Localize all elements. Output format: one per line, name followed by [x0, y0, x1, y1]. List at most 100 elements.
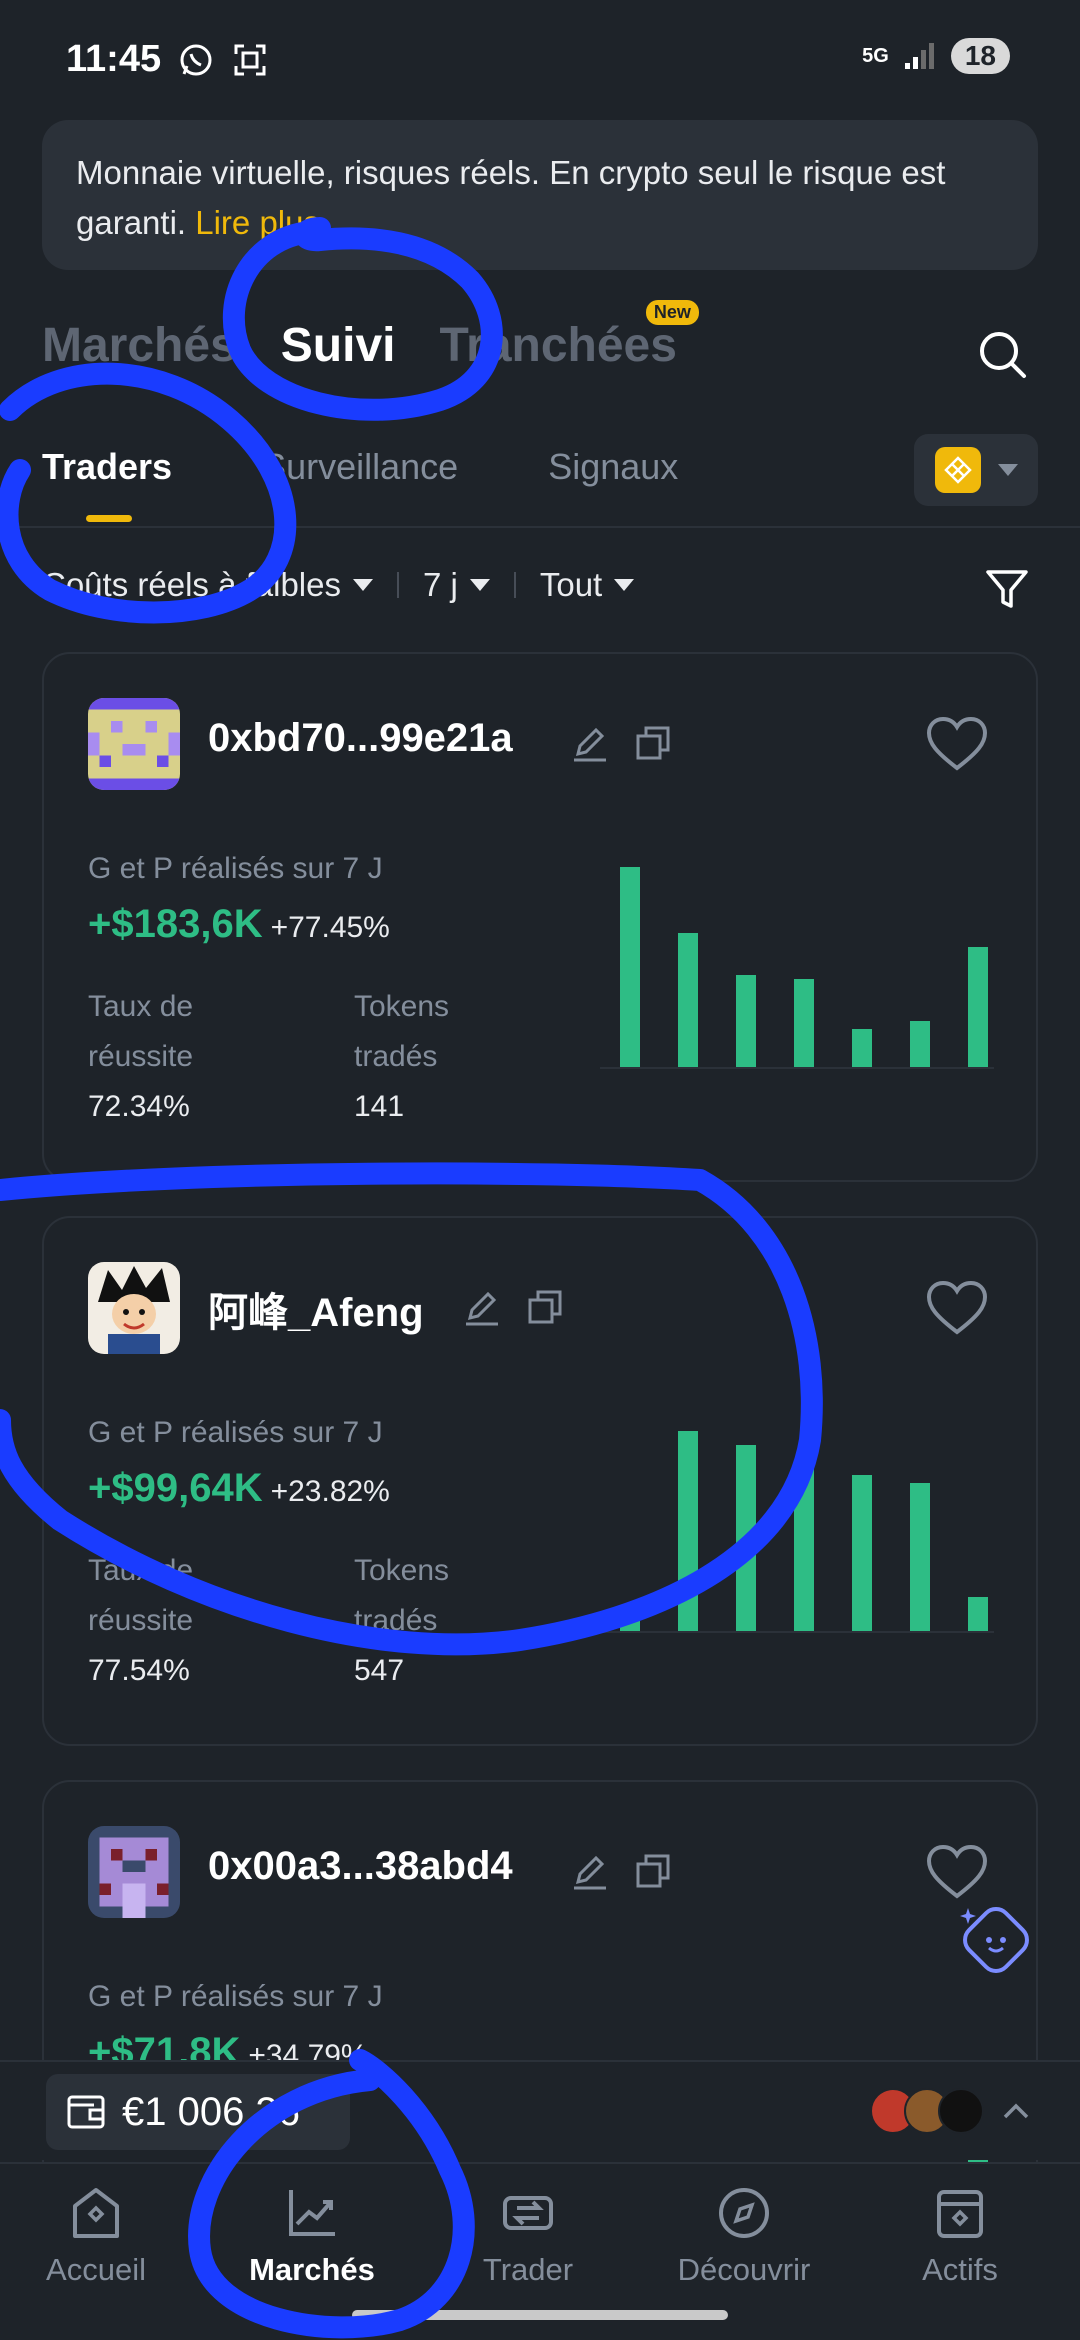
win-rate-value: 72.34% — [88, 1090, 190, 1123]
chevron-up-icon[interactable] — [1002, 2102, 1030, 2120]
period-filter[interactable]: 7 j — [423, 566, 490, 604]
status-notification-icons — [178, 42, 268, 78]
trader-name: 阿峰_Afeng — [208, 1291, 424, 1335]
nav-actifs[interactable]: Actifs — [852, 2184, 1068, 2288]
nav-marches[interactable]: Marchés — [204, 2184, 420, 2288]
tokens-value: 141 — [354, 1090, 405, 1123]
avatar — [88, 1826, 180, 1918]
pnl-bar — [736, 1445, 756, 1631]
tab-tranchees-label: Tranchées — [439, 319, 677, 372]
tokens-stat: Tokens tradés 547 — [354, 1546, 449, 1696]
home-indicator — [352, 2310, 728, 2320]
win-rate-label: réussite — [88, 1040, 194, 1073]
home-icon — [73, 2188, 119, 2238]
nav-decouvrir[interactable]: Découvrir — [636, 2184, 852, 2288]
scope-filter-label: Tout — [539, 566, 603, 603]
nav-label: Actifs — [922, 2252, 998, 2287]
wallet-balance-value: €1 006,36 — [122, 2089, 300, 2134]
tab-suivi[interactable]: Suivi — [281, 318, 396, 373]
chain-selector[interactable] — [914, 434, 1038, 506]
nav-accueil[interactable]: Accueil — [0, 2184, 204, 2288]
avatar — [88, 1262, 180, 1354]
nav-label: Marchés — [249, 2252, 375, 2287]
read-more-link[interactable]: Lire plus — [195, 204, 320, 241]
pnl-amount: +$183,6K — [88, 902, 263, 946]
pnl-bar — [620, 867, 640, 1067]
pnl-label: G et P réalisés sur 7 J — [88, 1980, 383, 2013]
pnl-bar-chart — [600, 1431, 994, 1633]
edit-icon[interactable] — [462, 1288, 502, 1328]
tab-traders[interactable]: Traders — [42, 446, 172, 522]
tab-marches[interactable]: Marchés — [42, 318, 237, 373]
sub-tabs: Traders Surveillance Signaux — [42, 446, 678, 522]
heart-icon[interactable] — [926, 1844, 988, 1900]
wallet-balance[interactable]: €1 006,36 — [46, 2074, 350, 2150]
status-time: 11:45 — [66, 38, 162, 80]
win-rate-stat: Taux de réussite 77.54% — [88, 1546, 193, 1696]
status-right: 5G 18 — [862, 38, 1010, 74]
win-rate-value: 77.54% — [88, 1654, 190, 1687]
tokens-value: 547 — [354, 1654, 405, 1687]
pnl-amount: +$99,64K — [88, 1466, 263, 1510]
bnb-chain-icon — [934, 447, 981, 493]
tokens-stat: Tokens tradés 141 — [354, 982, 449, 1132]
funnel-icon[interactable] — [984, 566, 1030, 612]
avatar — [88, 698, 180, 790]
pnl-bar — [794, 979, 814, 1067]
screenshot-icon — [234, 44, 266, 76]
wallet-bar[interactable]: €1 006,36 — [0, 2060, 1080, 2160]
pnl-bar — [910, 1483, 930, 1631]
whatsapp-icon — [180, 44, 212, 76]
search-icon[interactable] — [976, 328, 1028, 380]
chart-icon — [289, 2190, 335, 2236]
pnl-percent: +77.45% — [270, 911, 390, 944]
ai-assistant-icon[interactable] — [956, 1900, 1036, 1980]
chevron-down-icon — [614, 579, 635, 591]
chevron-down-icon — [997, 464, 1018, 476]
avatar — [938, 2088, 984, 2134]
copy-icon[interactable] — [526, 1288, 566, 1328]
pnl-bar — [852, 1475, 872, 1631]
edit-icon[interactable] — [570, 724, 610, 764]
filter-bar: Coûts réels à faibles 7 j Tout — [42, 566, 635, 604]
scope-filter[interactable]: Tout — [539, 566, 635, 604]
trader-card[interactable]: 0xbd70...99e21a G et P réalisés sur 7 J … — [42, 652, 1038, 1182]
pnl-bar — [910, 1021, 930, 1067]
copy-icon[interactable] — [634, 1852, 674, 1892]
status-bar: 11:45 5G 18 — [0, 0, 1080, 110]
battery-indicator: 18 — [950, 38, 1010, 74]
pnl-value: +$183,6K +77.45% — [88, 902, 390, 947]
nav-trader[interactable]: Trader — [420, 2184, 636, 2288]
tabs-divider — [0, 526, 1080, 528]
period-filter-label: 7 j — [422, 566, 458, 603]
pnl-bar — [678, 933, 698, 1067]
filter-divider — [513, 572, 516, 598]
nav-label: Trader — [482, 2252, 574, 2287]
tab-signaux[interactable]: Signaux — [548, 446, 678, 488]
pnl-bar — [968, 947, 988, 1067]
wallet-icon — [67, 2095, 105, 2129]
nav-label: Accueil — [46, 2252, 146, 2287]
win-rate-label: réussite — [88, 1604, 194, 1637]
holder-avatars — [870, 2088, 984, 2134]
signal-icon — [904, 43, 934, 69]
tab-surveillance[interactable]: Surveillance — [262, 446, 458, 488]
pnl-bar — [736, 975, 756, 1067]
trader-card[interactable]: 阿峰_Afeng G et P réalisés sur 7 J +$99,64… — [42, 1216, 1038, 1746]
trader-name: 0xbd70...99e21a — [208, 716, 513, 760]
risk-filter[interactable]: Coûts réels à faibles — [42, 566, 373, 604]
chevron-down-icon — [352, 579, 373, 591]
pnl-label: G et P réalisés sur 7 J — [88, 1416, 383, 1449]
copy-icon[interactable] — [634, 724, 674, 764]
pnl-value: +$99,64K +23.82% — [88, 1466, 390, 1511]
filter-divider — [396, 572, 399, 598]
tab-tranchees[interactable]: Tranchées New — [439, 300, 699, 373]
heart-icon[interactable] — [926, 1280, 988, 1336]
risk-filter-label: Coûts réels à faibles — [42, 566, 341, 603]
win-rate-label: Taux de — [88, 1554, 194, 1587]
risk-banner: Monnaie virtuelle, risques réels. En cry… — [42, 120, 1038, 270]
pnl-bar-chart — [600, 867, 994, 1069]
tokens-label: tradés — [354, 1604, 438, 1637]
edit-icon[interactable] — [570, 1852, 610, 1892]
heart-icon[interactable] — [926, 716, 988, 772]
